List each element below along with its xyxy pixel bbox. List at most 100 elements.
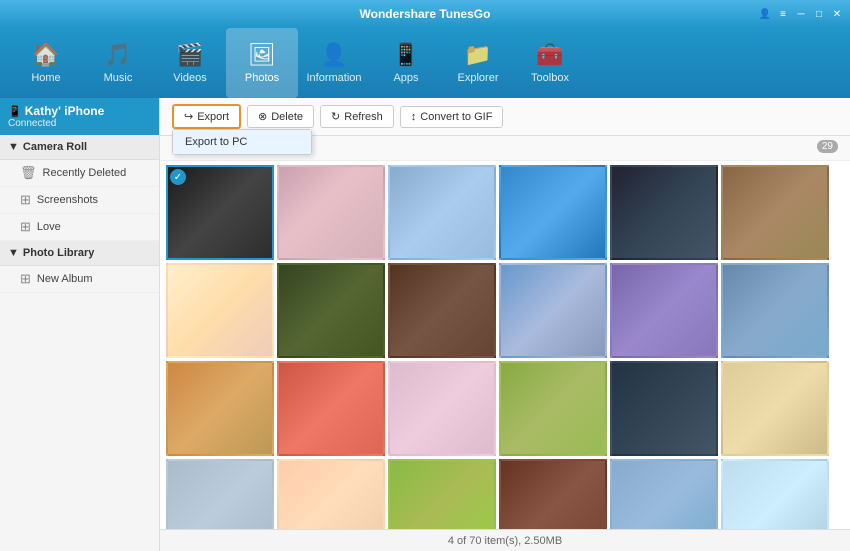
home-icon: 🏠 xyxy=(32,42,59,68)
delete-label: Delete xyxy=(271,111,303,123)
convert-label: Convert to GIF xyxy=(420,111,492,123)
export-button[interactable]: ↪ Export xyxy=(172,104,241,129)
new-album-label: New Album xyxy=(37,273,93,285)
main-layout: 📱 Kathy' iPhone Connected ▼ Camera Roll … xyxy=(0,98,850,551)
sidebar-item-love[interactable]: ⊞ Love xyxy=(0,214,159,241)
count-badge: 29 xyxy=(817,140,838,153)
export-to-pc-item[interactable]: Export to PC xyxy=(173,130,311,154)
refresh-button[interactable]: ↻ Refresh xyxy=(320,105,394,128)
photo-thumb[interactable] xyxy=(277,263,385,358)
nav-explorer-label: Explorer xyxy=(458,72,499,84)
export-label: Export xyxy=(197,111,229,123)
nav-videos-label: Videos xyxy=(173,72,206,84)
nav-videos[interactable]: 🎬 Videos xyxy=(154,28,226,98)
nav-music-label: Music xyxy=(104,72,133,84)
photo-thumb[interactable] xyxy=(499,165,607,260)
toolbox-icon: 🧰 xyxy=(536,42,563,68)
app-title: Wondershare TunesGo xyxy=(360,7,491,21)
nav-apps[interactable]: 📱 Apps xyxy=(370,28,442,98)
photo-thumb[interactable] xyxy=(388,361,496,456)
nav-bar: 🏠 Home 🎵 Music 🎬 Videos 🖼 Photos 👤 Infor… xyxy=(0,28,850,98)
minimize-button[interactable]: ─ xyxy=(794,7,808,21)
apps-icon: 📱 xyxy=(392,42,419,68)
photo-library-arrow: ▼ xyxy=(8,247,19,259)
photo-thumb[interactable] xyxy=(610,263,718,358)
new-album-icon: ⊞ xyxy=(20,271,31,287)
delete-button[interactable]: ⊗ Delete xyxy=(247,105,314,128)
photo-thumb[interactable] xyxy=(166,263,274,358)
device-header: 📱 Kathy' iPhone Connected xyxy=(0,98,159,135)
photo-library-section[interactable]: ▼ Photo Library xyxy=(0,241,159,266)
nav-home[interactable]: 🏠 Home xyxy=(10,28,82,98)
device-name: Kathy' iPhone xyxy=(25,104,105,118)
device-status: Connected xyxy=(8,118,151,129)
convert-icon: ↕ xyxy=(411,111,417,123)
nav-photos[interactable]: 🖼 Photos xyxy=(226,28,298,98)
nav-toolbox-label: Toolbox xyxy=(531,72,569,84)
nav-photos-label: Photos xyxy=(245,72,279,84)
sidebar-item-recently-deleted[interactable]: 🗑 Recently Deleted xyxy=(0,160,159,187)
photo-thumb[interactable]: ✓ xyxy=(166,165,274,260)
recently-deleted-icon: 🗑 xyxy=(20,165,37,181)
camera-roll-label: Camera Roll xyxy=(23,141,87,153)
photo-thumb[interactable] xyxy=(499,459,607,529)
photo-thumb[interactable] xyxy=(610,165,718,260)
photo-thumb[interactable] xyxy=(610,459,718,529)
export-to-pc-label: Export to PC xyxy=(185,136,247,148)
love-icon: ⊞ xyxy=(20,219,31,235)
photo-thumb[interactable] xyxy=(277,459,385,529)
photo-thumb[interactable] xyxy=(721,361,829,456)
recently-deleted-label: Recently Deleted xyxy=(43,167,127,179)
export-dropdown: Export to PC xyxy=(172,129,312,155)
delete-icon: ⊗ xyxy=(258,110,267,123)
screenshots-icon: ⊞ xyxy=(20,192,31,208)
love-label: Love xyxy=(37,221,61,233)
nav-home-label: Home xyxy=(31,72,60,84)
title-bar: Wondershare TunesGo 👤 ≡ ─ □ ✕ xyxy=(0,0,850,28)
photo-thumb[interactable] xyxy=(166,361,274,456)
explorer-icon: 📁 xyxy=(464,42,491,68)
close-button[interactable]: ✕ xyxy=(830,7,844,21)
nav-toolbox[interactable]: 🧰 Toolbox xyxy=(514,28,586,98)
menu-icon[interactable]: ≡ xyxy=(776,7,790,21)
maximize-button[interactable]: □ xyxy=(812,7,826,21)
window-controls: 👤 ≡ ─ □ ✕ xyxy=(758,7,844,21)
photo-thumb[interactable] xyxy=(721,165,829,260)
photo-thumb[interactable] xyxy=(388,165,496,260)
sidebar-item-new-album[interactable]: ⊞ New Album xyxy=(0,266,159,293)
photos-icon: 🖼 xyxy=(248,42,276,68)
photo-thumb[interactable] xyxy=(277,361,385,456)
content-area: ↪ Export Export to PC ⊗ Delete ↻ Refresh… xyxy=(160,98,850,551)
export-arrow-icon: ↪ xyxy=(184,110,193,123)
photo-thumb[interactable] xyxy=(721,459,829,529)
photo-check-mark: ✓ xyxy=(170,169,186,185)
convert-button[interactable]: ↕ Convert to GIF xyxy=(400,106,504,128)
photo-thumb[interactable] xyxy=(388,263,496,358)
videos-icon: 🎬 xyxy=(176,42,203,68)
status-bar: 4 of 70 item(s), 2.50MB xyxy=(160,529,850,551)
nav-explorer[interactable]: 📁 Explorer xyxy=(442,28,514,98)
photo-thumb[interactable] xyxy=(277,165,385,260)
photo-thumb[interactable] xyxy=(721,263,829,358)
photo-thumb[interactable] xyxy=(166,459,274,529)
export-wrapper: ↪ Export Export to PC xyxy=(172,104,241,129)
device-icon: 📱 xyxy=(8,106,25,118)
photo-thumb[interactable] xyxy=(499,361,607,456)
photo-thumb[interactable] xyxy=(499,263,607,358)
user-icon[interactable]: 👤 xyxy=(758,7,772,21)
screenshots-label: Screenshots xyxy=(37,194,98,206)
nav-information[interactable]: 👤 Information xyxy=(298,28,370,98)
photo-thumb[interactable] xyxy=(388,459,496,529)
camera-roll-section[interactable]: ▼ Camera Roll xyxy=(0,135,159,160)
refresh-icon: ↻ xyxy=(331,110,340,123)
sidebar-item-screenshots[interactable]: ⊞ Screenshots xyxy=(0,187,159,214)
nav-information-label: Information xyxy=(306,72,361,84)
sidebar: 📱 Kathy' iPhone Connected ▼ Camera Roll … xyxy=(0,98,160,551)
music-icon: 🎵 xyxy=(104,42,131,68)
status-text: 4 of 70 item(s), 2.50MB xyxy=(448,535,562,547)
information-icon: 👤 xyxy=(320,42,347,68)
nav-music[interactable]: 🎵 Music xyxy=(82,28,154,98)
photo-thumb[interactable] xyxy=(610,361,718,456)
toolbar: ↪ Export Export to PC ⊗ Delete ↻ Refresh… xyxy=(160,98,850,136)
photo-library-label: Photo Library xyxy=(23,247,95,259)
